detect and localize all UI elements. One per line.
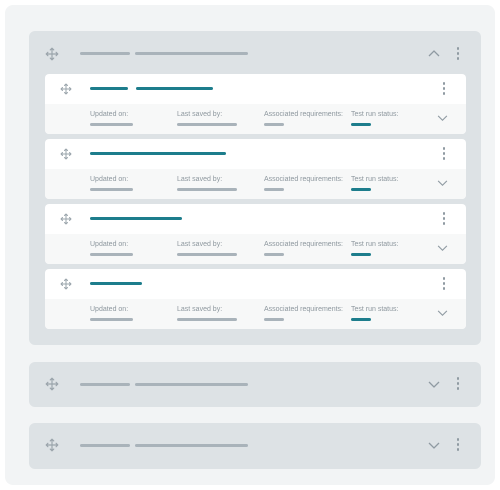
test-run-status-label: Test run status: <box>351 176 399 183</box>
card-title-placeholder <box>136 87 213 90</box>
chevron-down-icon[interactable] <box>437 310 448 317</box>
card-header <box>45 269 466 299</box>
card-meta: Updated on: Last saved by: Associated re… <box>45 104 466 134</box>
test-case-card[interactable]: Updated on: Last saved by: Associated re… <box>45 269 466 329</box>
more-vertical-icon[interactable] <box>441 277 447 291</box>
group-title-placeholder <box>80 52 130 55</box>
status-value-placeholder <box>351 188 371 191</box>
test-run-status-label: Test run status: <box>351 241 399 248</box>
chevron-down-icon[interactable] <box>428 381 440 389</box>
more-vertical-icon[interactable] <box>441 147 447 161</box>
last-saved-by-label: Last saved by: <box>177 176 223 183</box>
associated-requirements-label: Associated requirements: <box>264 306 343 313</box>
updated-on-label: Updated on: <box>90 241 129 248</box>
last-saved-by-value-placeholder <box>177 188 237 191</box>
card-title-placeholder <box>90 152 226 155</box>
last-saved-by-value-placeholder <box>177 318 237 321</box>
more-vertical-icon[interactable] <box>455 377 461 391</box>
associated-requirements-label: Associated requirements: <box>264 176 343 183</box>
requirements-value-placeholder <box>264 253 284 256</box>
card-meta: Updated on: Last saved by: Associated re… <box>45 299 466 329</box>
card-meta: Updated on: Last saved by: Associated re… <box>45 234 466 264</box>
group-title-placeholder <box>80 444 130 447</box>
updated-on-value-placeholder <box>90 318 133 321</box>
page-canvas: Updated on: Last saved by: Associated re… <box>5 5 495 485</box>
updated-on-label: Updated on: <box>90 176 129 183</box>
requirements-value-placeholder <box>264 123 284 126</box>
card-title-placeholder <box>90 217 182 220</box>
requirements-value-placeholder <box>264 188 284 191</box>
updated-on-label: Updated on: <box>90 111 129 118</box>
last-saved-by-label: Last saved by: <box>177 241 223 248</box>
status-value-placeholder <box>351 123 371 126</box>
chevron-down-icon[interactable] <box>437 115 448 122</box>
more-vertical-icon[interactable] <box>441 212 447 226</box>
more-vertical-icon[interactable] <box>455 47 461 61</box>
move-arrows-icon[interactable] <box>60 213 72 225</box>
move-arrows-icon[interactable] <box>45 377 59 391</box>
test-case-card[interactable]: Updated on: Last saved by: Associated re… <box>45 74 466 134</box>
updated-on-value-placeholder <box>90 188 133 191</box>
test-run-status-label: Test run status: <box>351 306 399 313</box>
move-arrows-icon[interactable] <box>45 438 59 452</box>
chevron-up-icon[interactable] <box>428 49 440 57</box>
move-arrows-icon[interactable] <box>60 83 72 95</box>
card-header <box>45 204 466 234</box>
updated-on-value-placeholder <box>90 123 133 126</box>
test-group-2[interactable] <box>29 362 481 407</box>
last-saved-by-value-placeholder <box>177 253 237 256</box>
test-group-3[interactable] <box>29 423 481 469</box>
move-arrows-icon[interactable] <box>60 148 72 160</box>
group-subtitle-placeholder <box>135 383 248 386</box>
move-arrows-icon[interactable] <box>45 47 59 61</box>
move-arrows-icon[interactable] <box>60 278 72 290</box>
chevron-down-icon[interactable] <box>437 180 448 187</box>
requirements-value-placeholder <box>264 318 284 321</box>
card-title-placeholder <box>90 87 128 90</box>
group-header[interactable] <box>29 362 481 406</box>
group-header[interactable] <box>29 31 481 75</box>
test-case-card[interactable]: Updated on: Last saved by: Associated re… <box>45 204 466 264</box>
last-saved-by-label: Last saved by: <box>177 111 223 118</box>
updated-on-value-placeholder <box>90 253 133 256</box>
associated-requirements-label: Associated requirements: <box>264 241 343 248</box>
chevron-down-icon[interactable] <box>428 442 440 450</box>
associated-requirements-label: Associated requirements: <box>264 111 343 118</box>
test-group-1: Updated on: Last saved by: Associated re… <box>29 31 481 345</box>
more-vertical-icon[interactable] <box>441 82 447 96</box>
status-value-placeholder <box>351 253 371 256</box>
chevron-down-icon[interactable] <box>437 245 448 252</box>
group-subtitle-placeholder <box>135 444 248 447</box>
status-value-placeholder <box>351 318 371 321</box>
card-title-placeholder <box>90 282 142 285</box>
test-case-card[interactable]: Updated on: Last saved by: Associated re… <box>45 139 466 199</box>
test-run-status-label: Test run status: <box>351 111 399 118</box>
group-subtitle-placeholder <box>135 52 248 55</box>
updated-on-label: Updated on: <box>90 306 129 313</box>
card-header <box>45 74 466 104</box>
last-saved-by-value-placeholder <box>177 123 237 126</box>
group-header[interactable] <box>29 423 481 467</box>
group-title-placeholder <box>80 383 130 386</box>
card-header <box>45 139 466 169</box>
card-meta: Updated on: Last saved by: Associated re… <box>45 169 466 199</box>
more-vertical-icon[interactable] <box>455 438 461 452</box>
last-saved-by-label: Last saved by: <box>177 306 223 313</box>
